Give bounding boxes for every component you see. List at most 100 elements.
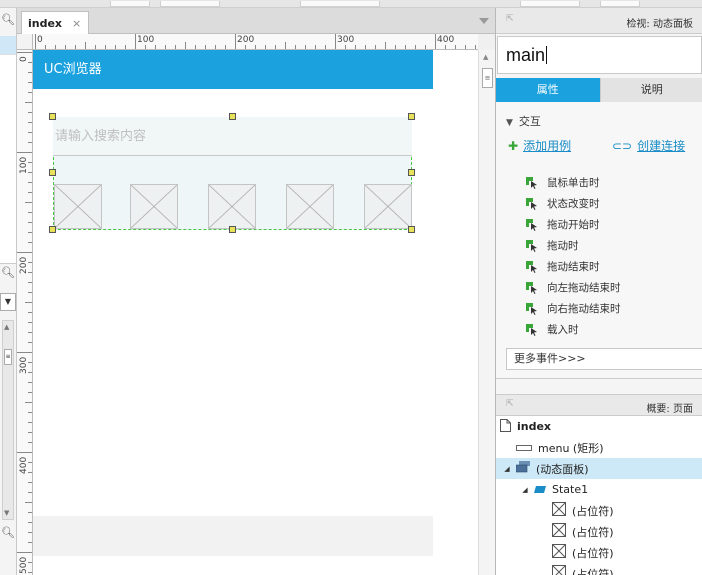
tab-index[interactable]: index × — [21, 11, 89, 34]
placeholder-widget[interactable] — [364, 184, 412, 229]
chevron-down-icon[interactable]: ▼ — [506, 118, 513, 128]
ruler-tick — [28, 192, 32, 193]
ruler-tick — [135, 34, 136, 49]
placeholder-widget[interactable] — [286, 184, 334, 229]
tree-item-state1[interactable]: ◢ State1 — [496, 479, 702, 500]
resize-handle[interactable] — [49, 169, 56, 176]
ruler-tick — [145, 45, 146, 49]
interaction-section-title[interactable]: ▼ 交互 — [506, 113, 541, 129]
ruler-tick — [28, 332, 32, 333]
ruler-tick — [405, 45, 406, 49]
resize-handle[interactable] — [408, 169, 415, 176]
ruler-tick — [365, 45, 366, 49]
ruler-tick — [28, 512, 32, 513]
search-icon[interactable]: 🔍︎ — [0, 266, 16, 282]
ruler-tick — [175, 45, 176, 49]
event-item[interactable]: 拖动结束时 — [526, 259, 600, 274]
resize-handle[interactable] — [229, 226, 236, 233]
event-item[interactable]: 状态改变时 — [526, 196, 600, 211]
tree-label: (占位符) — [572, 525, 614, 539]
ruler-tick — [385, 42, 386, 49]
tree-item-placeholder[interactable]: (占位符) — [496, 500, 702, 521]
ruler-tick — [28, 412, 32, 413]
placeholder-widget[interactable] — [208, 184, 256, 229]
ruler-tick — [215, 45, 216, 49]
event-item[interactable]: 拖动时 — [526, 238, 579, 253]
canvas-scrollbar[interactable]: ▲ ≡ — [478, 50, 495, 575]
pin-icon[interactable]: ⇱ — [506, 14, 514, 24]
event-cursor-icon — [526, 176, 538, 189]
more-events-button[interactable]: 更多事件>>> — [506, 348, 702, 370]
search-icon[interactable]: 🔍︎ — [0, 12, 16, 28]
event-item[interactable]: 鼠标单击时 — [526, 175, 600, 190]
scrollbar-thumb[interactable]: ≡ — [4, 349, 12, 365]
tab-menu-arrow-icon[interactable] — [479, 18, 489, 24]
selected-page-item[interactable] — [0, 36, 16, 54]
tab-notes[interactable]: 说明 — [599, 78, 702, 102]
inspector-title: 检视: 动态面板 — [626, 19, 693, 30]
search-placeholder-text[interactable]: 请输入搜索内容 — [53, 117, 412, 156]
rectangle-icon — [516, 441, 532, 454]
ruler-label: 200 — [237, 35, 255, 45]
close-icon[interactable]: × — [72, 17, 81, 30]
tree-label: index — [517, 420, 552, 433]
placeholder-widget[interactable] — [130, 184, 178, 229]
event-label: 向右拖动结束时 — [547, 303, 621, 315]
left-scrollbar[interactable]: ▲ ≡ ▼ — [2, 320, 14, 520]
footer-rectangle[interactable] — [33, 516, 433, 556]
ruler-tick — [17, 552, 32, 553]
resize-handle[interactable] — [408, 113, 415, 120]
pin-icon[interactable]: ⇱ — [506, 399, 514, 409]
event-cursor-icon — [526, 302, 538, 315]
event-item[interactable]: 载入时 — [526, 322, 579, 337]
resize-handle[interactable] — [229, 113, 236, 120]
menu-rectangle[interactable]: UC浏览器 — [33, 50, 433, 89]
tree-item-placeholder[interactable]: (占位符) — [496, 542, 702, 563]
resize-handle[interactable] — [408, 226, 415, 233]
scroll-up-icon[interactable]: ▲ — [4, 323, 9, 331]
ruler-tick — [28, 522, 32, 523]
ruler-tick — [28, 222, 32, 223]
design-canvas[interactable]: UC浏览器 请输入搜索内容 — [33, 50, 478, 575]
resize-handle[interactable] — [49, 226, 56, 233]
create-link-link[interactable]: ⊂⊃ 创建连接 — [612, 137, 685, 154]
ruler-tick — [275, 45, 276, 49]
ruler-label: 100 — [19, 156, 29, 174]
widget-name-input[interactable]: main — [497, 36, 702, 74]
ruler-tick — [225, 45, 226, 49]
tree-label: (占位符) — [572, 567, 614, 575]
search-icon[interactable]: 🔍︎ — [0, 526, 16, 542]
expand-triangle-icon[interactable]: ◢ — [520, 486, 530, 494]
tab-properties[interactable]: 属性 — [496, 78, 600, 102]
expand-triangle-icon[interactable]: ◢ — [502, 465, 512, 473]
tree-item-index[interactable]: index — [496, 416, 702, 437]
tree-item-placeholder[interactable]: (占位符) — [496, 563, 702, 575]
event-cursor-icon — [526, 281, 538, 294]
tree-item-dynamic-panel[interactable]: ◢ (动态面板) — [496, 458, 702, 479]
scroll-up-icon[interactable]: ▲ — [483, 53, 488, 61]
event-item[interactable]: 向左拖动结束时 — [526, 280, 621, 295]
event-item[interactable]: 向右拖动结束时 — [526, 301, 621, 316]
add-case-link[interactable]: ✚ 添加用例 — [508, 137, 571, 154]
resize-handle[interactable] — [49, 113, 56, 120]
tree-item-menu[interactable]: menu (矩形) — [496, 437, 702, 458]
event-label: 向左拖动结束时 — [547, 282, 621, 294]
ruler-corner — [17, 34, 33, 50]
dropdown-arrow[interactable]: ▼ — [0, 293, 16, 311]
outline-title: 概要: 页面 — [646, 404, 693, 415]
scroll-down-icon[interactable]: ▼ — [4, 509, 9, 517]
ruler-label: 200 — [19, 256, 29, 274]
tree-item-placeholder[interactable]: (占位符) — [496, 521, 702, 542]
ruler-tick — [25, 102, 32, 103]
scrollbar-thumb[interactable]: ≡ — [482, 68, 493, 88]
ruler-tick — [28, 232, 32, 233]
event-item[interactable]: 拖动开始时 — [526, 217, 600, 232]
event-cursor-icon — [526, 323, 538, 336]
ruler-tick — [445, 45, 446, 49]
event-cursor-icon — [526, 260, 538, 273]
page-icon — [500, 418, 511, 435]
placeholder-widget[interactable] — [54, 184, 102, 229]
placeholder-icon — [552, 523, 566, 540]
event-label: 载入时 — [547, 324, 579, 336]
ruler-tick — [17, 152, 32, 153]
